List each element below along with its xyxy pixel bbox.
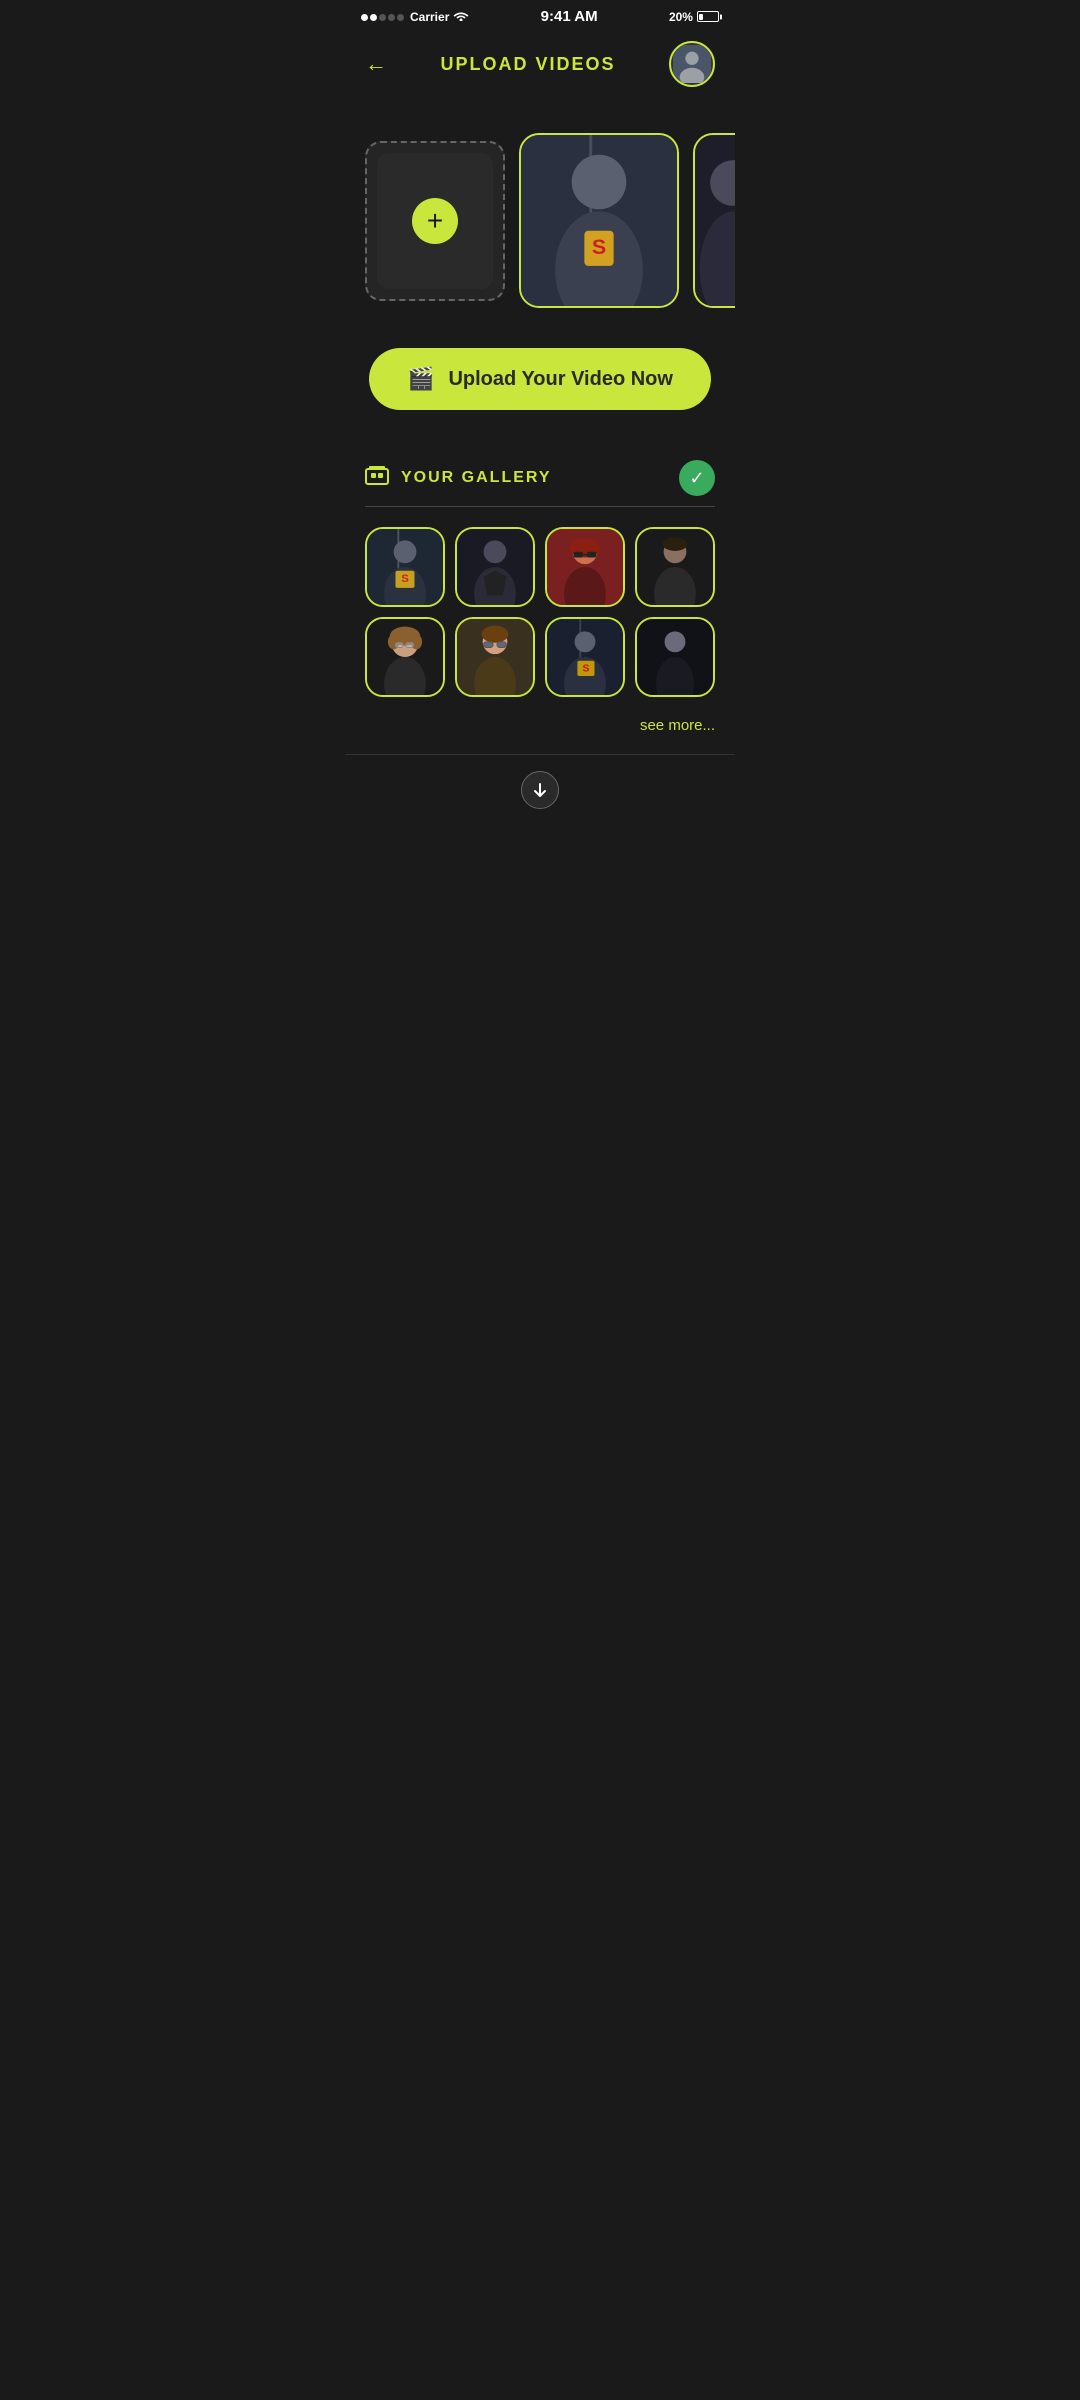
battery-percentage: 20% — [669, 10, 693, 24]
svg-text:S: S — [582, 663, 589, 674]
gallery-item-1[interactable]: S — [365, 527, 445, 607]
status-bar: Carrier 9:41 AM 20% — [345, 0, 735, 29]
avatar[interactable] — [669, 41, 715, 87]
gallery-section: YOUR GALLERY ✓ S — [345, 430, 735, 754]
video-thumb-1[interactable]: S — [519, 133, 679, 308]
add-video-button[interactable]: + — [365, 141, 505, 301]
svg-text:S: S — [401, 573, 409, 585]
gallery-item-7[interactable]: S — [545, 617, 625, 697]
gallery-title: YOUR GALLERY — [401, 469, 552, 487]
gallery-item-2[interactable] — [455, 527, 535, 607]
camera-icon: 🎬 — [407, 366, 434, 392]
svg-text:S: S — [592, 235, 606, 259]
upload-btn-container: 🎬 Upload Your Video Now — [345, 308, 735, 430]
see-more-button[interactable]: see more... — [365, 717, 715, 754]
gallery-check: ✓ — [679, 460, 715, 496]
status-right: 20% — [669, 10, 719, 24]
scroll-down-button[interactable] — [521, 771, 559, 809]
signal-dots — [361, 10, 406, 24]
status-left: Carrier — [361, 9, 469, 24]
bottom-nav — [345, 754, 735, 825]
gallery-item-4[interactable] — [635, 527, 715, 607]
wifi-icon — [453, 9, 469, 24]
header: ← UPLOAD VIDEOS — [345, 29, 735, 103]
carrier-label: Carrier — [410, 10, 449, 24]
gallery-item-6[interactable] — [455, 617, 535, 697]
status-time: 9:41 AM — [541, 8, 598, 25]
gallery-header: YOUR GALLERY ✓ — [365, 460, 715, 507]
battery-icon — [697, 11, 719, 22]
upload-button-label: Upload Your Video Now — [448, 368, 672, 391]
video-thumb-2[interactable] — [693, 133, 735, 308]
gallery-item-3[interactable] — [545, 527, 625, 607]
gallery-grid: S — [365, 507, 715, 717]
upload-video-button[interactable]: 🎬 Upload Your Video Now — [369, 348, 711, 410]
plus-icon: + — [412, 198, 458, 244]
gallery-title-row: YOUR GALLERY — [365, 465, 552, 491]
gallery-item-5[interactable] — [365, 617, 445, 697]
back-button[interactable]: ← — [365, 51, 387, 77]
video-upload-row: + S — [345, 133, 735, 308]
page-title: UPLOAD VIDEOS — [440, 54, 615, 75]
gallery-item-8[interactable] — [635, 617, 715, 697]
gallery-icon — [365, 465, 389, 491]
